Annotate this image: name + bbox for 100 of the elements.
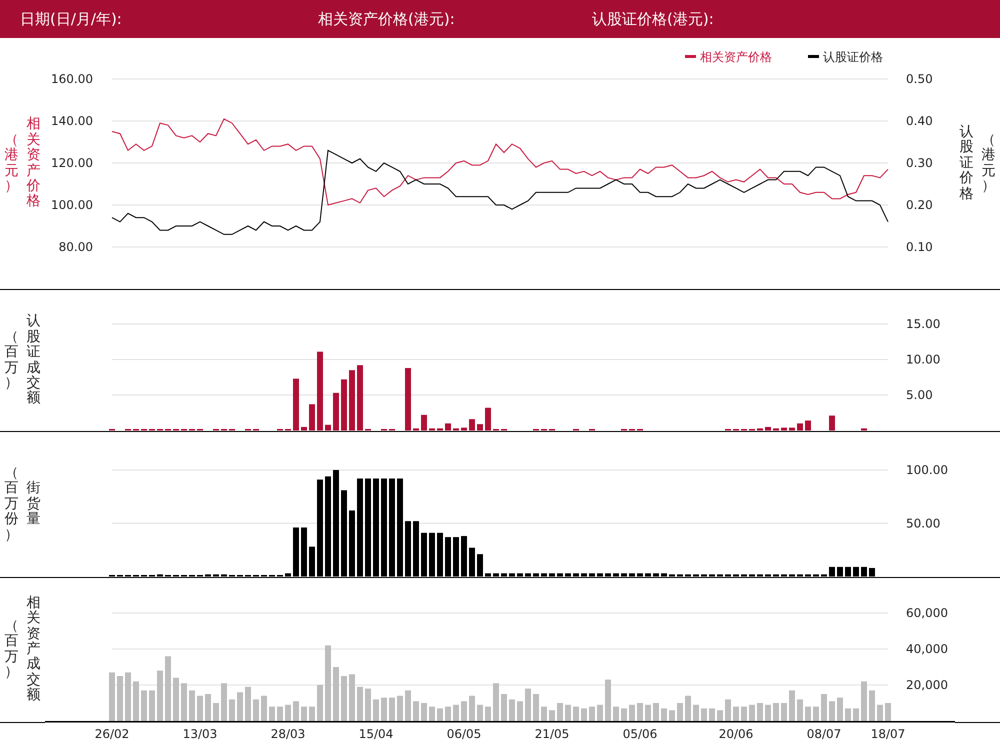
bar <box>581 708 587 721</box>
bar <box>621 708 627 721</box>
bar <box>485 408 491 430</box>
bar <box>421 703 427 721</box>
tick-label: 120.00 <box>51 156 93 170</box>
bar <box>165 656 171 721</box>
bar <box>765 704 771 721</box>
tick-label: 15.00 <box>906 317 940 331</box>
bar <box>469 419 475 430</box>
tick-label: 13/03 <box>182 727 218 741</box>
bar <box>565 704 571 721</box>
bar <box>477 704 483 721</box>
bar <box>293 378 299 430</box>
bar <box>757 703 763 721</box>
axis-title: 街货量 <box>26 481 40 528</box>
tick-label: 21/05 <box>534 727 570 741</box>
bar <box>789 428 795 430</box>
tick-label: 60,000 <box>906 606 948 620</box>
bar <box>533 694 539 721</box>
tick-label: 20/06 <box>718 727 754 741</box>
bar <box>461 701 467 721</box>
bar <box>293 701 299 721</box>
tick-label: 0.20 <box>906 198 933 212</box>
bar <box>349 674 355 721</box>
tick-label: 5.00 <box>906 388 933 402</box>
bar <box>733 706 739 721</box>
bar <box>645 704 651 721</box>
bar <box>485 706 491 721</box>
bar <box>765 426 771 430</box>
bar <box>757 428 763 430</box>
bar <box>429 706 435 721</box>
legend-item: 认股证价格 <box>808 50 883 64</box>
bar <box>637 703 643 721</box>
axis-title: 认股证价格 <box>960 125 974 202</box>
bar <box>877 704 883 721</box>
bar <box>181 683 187 721</box>
header-label: 相关资产价格(港元): <box>318 10 456 28</box>
bar <box>205 694 211 721</box>
bar <box>157 670 163 721</box>
bar <box>525 688 531 721</box>
axis-title: 相关资产成交额 <box>26 596 40 704</box>
bar <box>741 706 747 721</box>
bar <box>837 698 843 721</box>
bar <box>405 368 411 430</box>
bar <box>237 692 243 721</box>
bar <box>589 706 595 721</box>
axis-unit: （港元） <box>4 132 18 194</box>
tick-label: 10.00 <box>906 352 940 366</box>
tick-label: 0.50 <box>906 72 933 86</box>
bar <box>861 681 867 721</box>
bar <box>685 696 691 721</box>
bar <box>549 710 555 721</box>
bar <box>269 706 275 721</box>
bar <box>557 703 563 721</box>
bar <box>805 706 811 721</box>
bar <box>117 676 123 721</box>
bar <box>141 690 147 721</box>
axis-title: 认股证成交额 <box>26 314 40 407</box>
bar <box>653 703 659 721</box>
axis-unit: （百万） <box>4 618 18 681</box>
bar <box>773 428 779 430</box>
tick-label: 140.00 <box>51 114 93 128</box>
header-label: 日期(日/月/年): <box>20 10 123 28</box>
bar <box>381 698 387 721</box>
bar <box>189 690 195 721</box>
bar <box>213 703 219 721</box>
bar <box>261 696 267 721</box>
tick-label: 80.00 <box>58 240 93 254</box>
bar <box>725 699 731 721</box>
bar <box>813 706 819 721</box>
bar <box>445 423 451 430</box>
bar <box>749 704 755 721</box>
bar <box>405 690 411 721</box>
bar <box>797 699 803 721</box>
bar <box>501 694 507 721</box>
axis-unit: （港元） <box>982 132 996 194</box>
axis-unit: （百万份） <box>4 466 18 543</box>
bar <box>277 706 283 721</box>
bar <box>885 703 891 721</box>
bar <box>453 704 459 721</box>
tick-label: 0.40 <box>906 114 933 128</box>
bar <box>853 708 859 721</box>
bar <box>469 696 475 721</box>
bar <box>445 706 451 721</box>
bar <box>397 696 403 721</box>
legend-label: 相关资产价格 <box>700 50 772 64</box>
bar <box>133 681 139 721</box>
bar <box>845 708 851 721</box>
bar <box>461 428 467 430</box>
bar <box>693 704 699 721</box>
bar <box>365 688 371 721</box>
bar <box>669 710 675 721</box>
bar <box>413 428 419 430</box>
bar <box>781 428 787 430</box>
tick-label: 0.30 <box>906 156 933 170</box>
bar <box>109 672 115 721</box>
bar <box>805 420 811 430</box>
bar <box>613 706 619 721</box>
tick-label: 06/05 <box>446 727 482 741</box>
tick-label: 100.00 <box>51 198 93 212</box>
